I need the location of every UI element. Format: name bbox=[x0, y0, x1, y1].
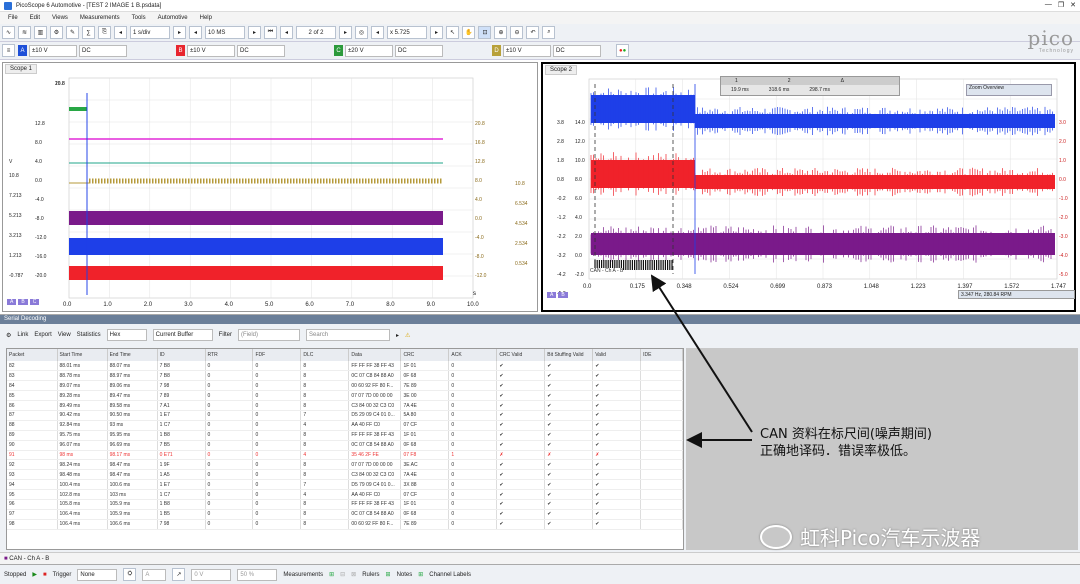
annotation-arrows bbox=[650, 274, 753, 448]
annotation-line-2: 正确地译码．错误率极低。 bbox=[760, 444, 917, 459]
watermark: 虹科Pico汽车示波器 bbox=[760, 522, 980, 551]
annotation-line-1: CAN 资料在标尺间(噪声期间) bbox=[760, 427, 932, 442]
annotation-text: CAN 资料在标尺间(噪声期间) 正确地译码．错误率极低。 bbox=[760, 426, 1060, 460]
watermark-text: 虹科Pico汽车示波器 bbox=[800, 526, 981, 550]
wechat-icon bbox=[760, 524, 792, 549]
